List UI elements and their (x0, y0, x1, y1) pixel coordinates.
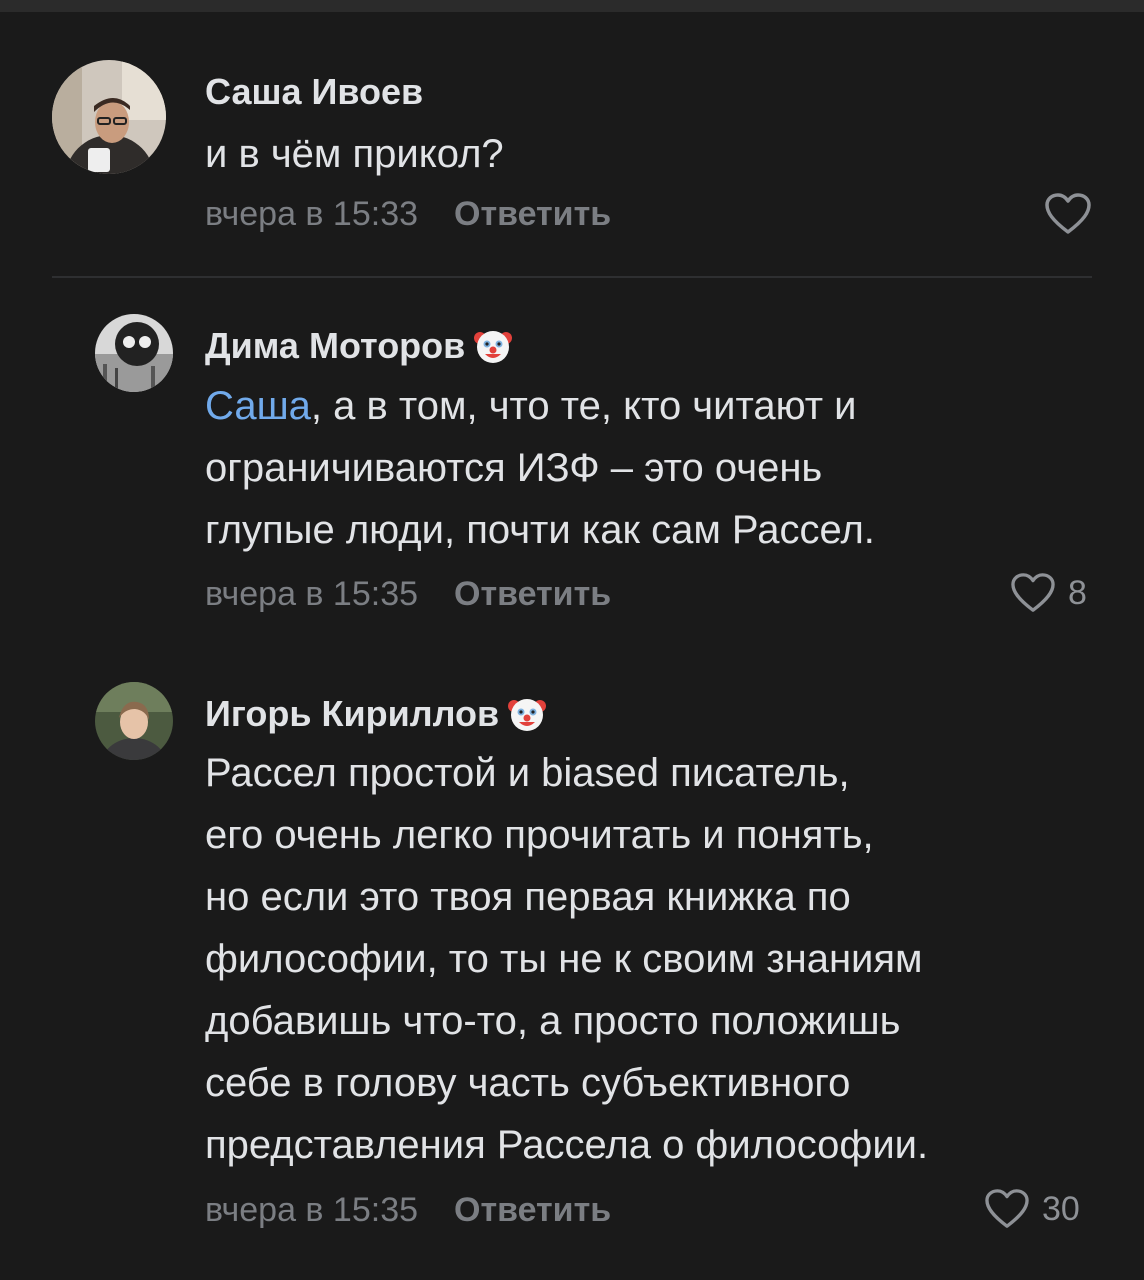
comment-time: вчера в 15:33 (205, 195, 419, 233)
avatar[interactable] (95, 314, 173, 392)
heart-outline-icon (1045, 193, 1091, 234)
heart-outline-icon (985, 1189, 1029, 1228)
reply-button[interactable]: Ответить (454, 575, 611, 613)
comment-meta: вчера в 15:35 Ответить (205, 574, 611, 614)
reply-button[interactable]: Ответить (454, 195, 611, 233)
comment-meta: вчера в 15:33 Ответить (205, 194, 611, 234)
avatar[interactable] (52, 60, 166, 174)
comment-time: вчера в 15:35 (205, 575, 419, 613)
like-button[interactable]: 8 (1010, 572, 1087, 614)
clown-emoji-icon (507, 694, 547, 734)
comment-text: и в чём прикол? (205, 132, 504, 176)
comment-text: Саша, а в том, что те, кто читают и огра… (205, 384, 875, 552)
divider (52, 276, 1092, 278)
comment-author[interactable]: Игорь Кириллов (205, 692, 547, 736)
reply-button[interactable]: Ответить (454, 1191, 611, 1229)
comment-meta: вчера в 15:35 Ответить (205, 1190, 611, 1230)
like-count: 8 (1068, 574, 1087, 612)
comment-author[interactable]: Дима Моторов (205, 324, 513, 368)
comment-time: вчера в 15:35 (205, 1191, 419, 1229)
like-count: 30 (1042, 1190, 1080, 1228)
top-bar (0, 0, 1144, 12)
avatar[interactable] (95, 682, 173, 760)
comment-text: Рассел простой и biased писатель, его оч… (205, 751, 929, 1167)
comment-author[interactable]: Саша Ивоев (205, 70, 423, 114)
clown-emoji-icon (473, 326, 513, 366)
like-button[interactable]: 30 (984, 1188, 1080, 1230)
mention-link[interactable]: Саша (205, 384, 311, 428)
heart-outline-icon (1011, 573, 1055, 612)
like-button[interactable] (1044, 192, 1092, 236)
